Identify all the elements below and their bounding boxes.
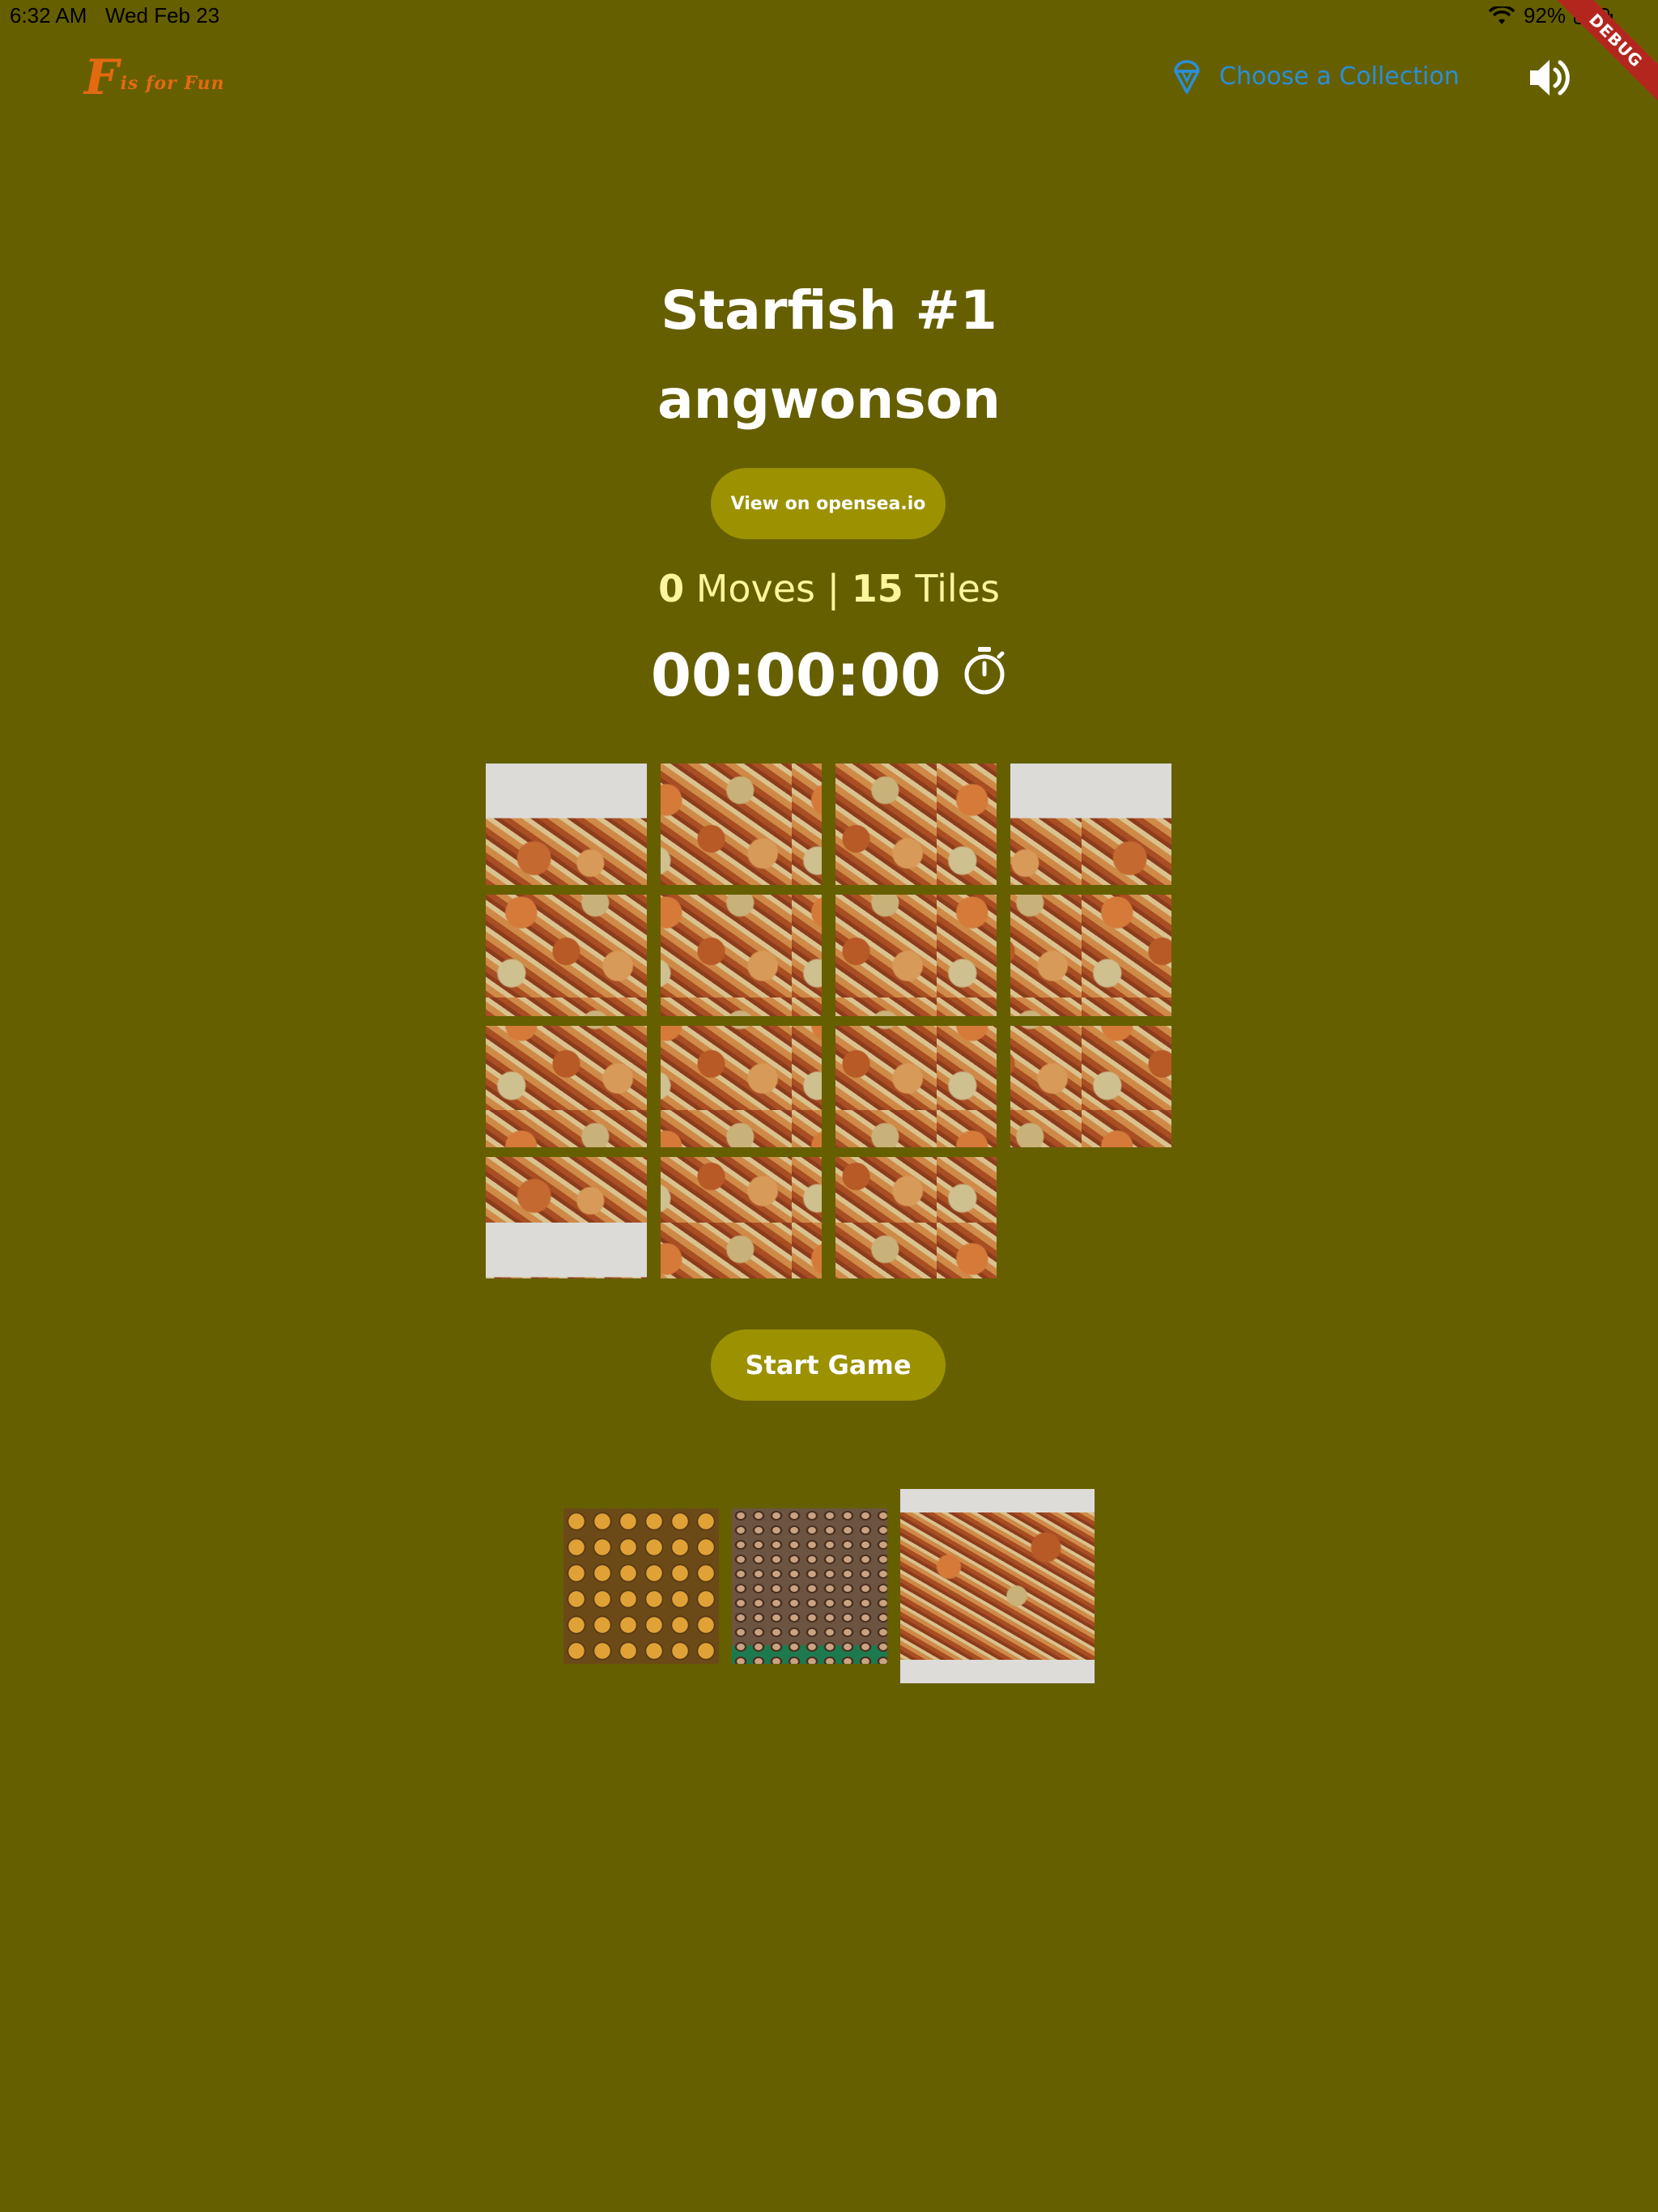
thumbnail-shells[interactable] xyxy=(732,1508,887,1664)
puzzle-tile-8[interactable] xyxy=(1010,895,1171,1016)
ice-cream-icon xyxy=(1171,57,1203,96)
collection-label: Choose a Collection xyxy=(1219,62,1460,91)
artwork-creator: angwonson xyxy=(657,368,1001,431)
puzzle-tile-9[interactable] xyxy=(486,1026,647,1147)
puzzle-tile-12[interactable] xyxy=(1010,1026,1171,1147)
stopwatch-icon xyxy=(962,641,1007,709)
view-on-opensea-button[interactable]: View on opensea.io xyxy=(711,468,946,539)
puzzle-tile-1[interactable] xyxy=(486,764,647,885)
puzzle-tile-15[interactable] xyxy=(835,1157,997,1278)
moves-count: 0 xyxy=(658,567,685,610)
tiles-label: Tiles xyxy=(915,567,1000,610)
puzzle-tile-4[interactable] xyxy=(1010,764,1171,885)
thumbnail-starfish-selected[interactable] xyxy=(900,1489,1095,1683)
sound-toggle-button[interactable] xyxy=(1527,57,1572,102)
artwork-title: Starfish #1 xyxy=(661,279,997,342)
game-stats: 0 Moves | 15 Tiles xyxy=(0,567,1658,610)
app-logo[interactable]: F is for Fun xyxy=(84,49,225,106)
status-bar: 6:32 AM Wed Feb 23 92% xyxy=(0,0,1658,32)
logo-initial: F xyxy=(84,49,119,106)
puzzle-tile-14[interactable] xyxy=(661,1157,822,1278)
status-time: 6:32 AM xyxy=(10,3,87,28)
puzzle-tile-7[interactable] xyxy=(835,895,997,1016)
puzzle-tile-13[interactable] xyxy=(486,1157,647,1278)
stats-separator: | xyxy=(827,567,840,610)
puzzle-tile-5[interactable] xyxy=(486,895,647,1016)
logo-text: is for Fun xyxy=(120,73,225,94)
status-date: Wed Feb 23 xyxy=(105,3,220,28)
puzzle-tile-3[interactable] xyxy=(835,764,997,885)
tiles-count: 15 xyxy=(851,567,903,610)
puzzle-tile-10[interactable] xyxy=(661,1026,822,1147)
thumbnail-sea-urchins[interactable] xyxy=(563,1508,719,1664)
choose-collection-link[interactable]: Choose a Collection xyxy=(1171,57,1460,96)
puzzle-tile-11[interactable] xyxy=(835,1026,997,1147)
game-timer: 00:00:00 xyxy=(0,641,1658,709)
puzzle-tile-2[interactable] xyxy=(661,764,822,885)
start-game-button[interactable]: Start Game xyxy=(711,1329,946,1401)
puzzle-tile-6[interactable] xyxy=(661,895,822,1016)
puzzle-board xyxy=(486,764,1172,1279)
timer-value: 00:00:00 xyxy=(650,641,942,709)
moves-label: Moves xyxy=(695,567,816,610)
volume-up-icon xyxy=(1527,60,1572,102)
wifi-icon xyxy=(1488,4,1516,26)
